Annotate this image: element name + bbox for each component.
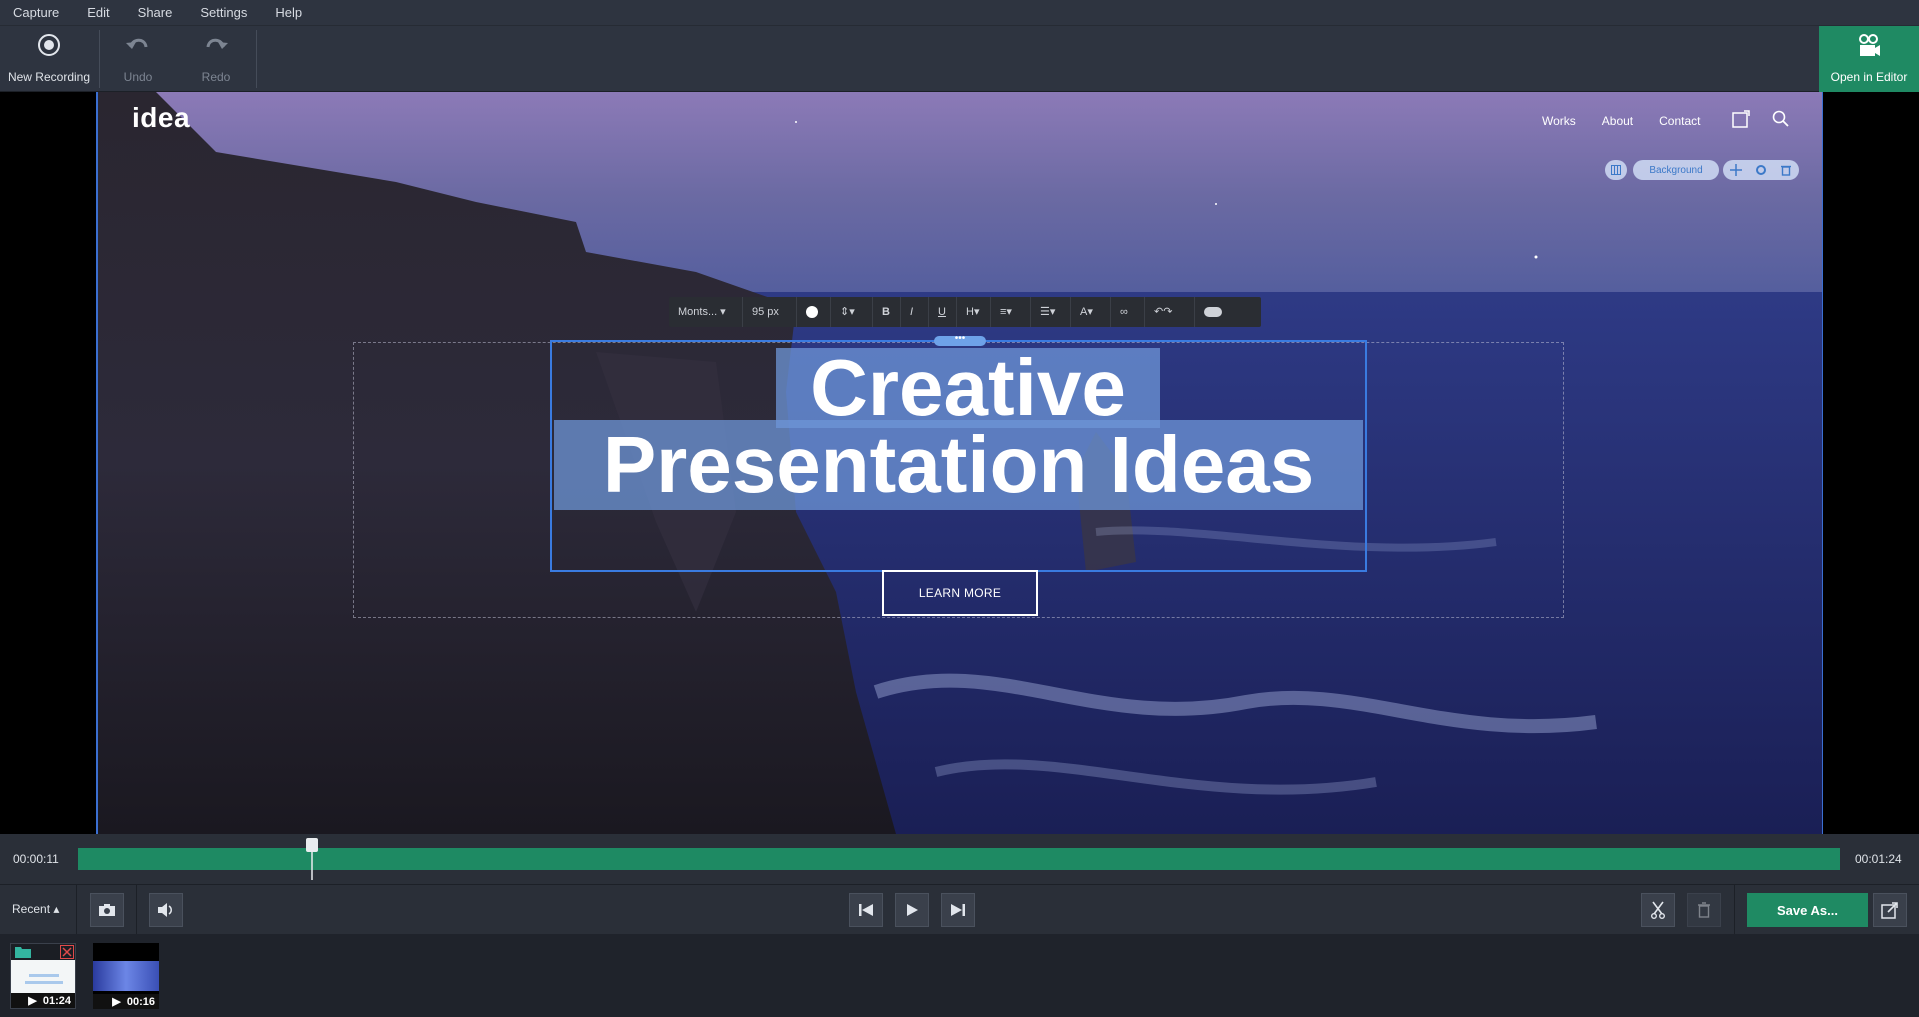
font-size-field[interactable]: 95 px: [743, 297, 797, 327]
headline-line-2[interactable]: Presentation Ideas: [554, 420, 1363, 510]
recording-preview: idea Works About Contact Background Mont…: [96, 92, 1823, 834]
divider: [136, 885, 137, 935]
headline-line-1[interactable]: Creative: [776, 348, 1160, 428]
trash-icon: [1698, 902, 1710, 918]
align-select[interactable]: ≡▾: [991, 297, 1031, 327]
color-swatch: [806, 306, 818, 318]
trim-button[interactable]: [1641, 893, 1675, 927]
play-button[interactable]: [895, 893, 929, 927]
delete-button[interactable]: [1687, 893, 1721, 927]
font-color-select[interactable]: A▾: [1071, 297, 1111, 327]
grid-pill-button[interactable]: [1605, 160, 1627, 180]
redo-button[interactable]: Redo: [186, 26, 246, 92]
current-time: 00:00:11: [13, 852, 59, 866]
font-family-value: Monts...: [678, 306, 718, 318]
background-pill-button[interactable]: Background: [1633, 160, 1719, 180]
site-logo[interactable]: idea: [132, 102, 190, 134]
learn-more-button[interactable]: LEARN MORE: [882, 570, 1038, 616]
recent-label: Recent: [12, 902, 51, 916]
thumbnail-duration: ▶ 00:16: [93, 994, 159, 1009]
undo-button[interactable]: Undo: [108, 26, 168, 92]
skip-to-end-button[interactable]: [941, 893, 975, 927]
volume-button[interactable]: [149, 893, 183, 927]
total-time: 00:01:24: [1855, 852, 1902, 866]
text-color-picker[interactable]: [797, 297, 831, 327]
text-format-toolbar: Monts... ▾ 95 px ⇕▾ B I U H ▾ ≡▾ ☰▾ A▾ ∞ …: [669, 297, 1261, 327]
menu-share[interactable]: Share: [124, 0, 187, 26]
trash-icon[interactable]: [1780, 164, 1792, 176]
new-recording-label: New Recording: [7, 70, 91, 84]
timeline: 00:00:11 00:01:24: [0, 834, 1919, 884]
toolbar: New Recording Undo Redo: [0, 26, 1919, 92]
menu-capture[interactable]: Capture: [0, 0, 73, 26]
recent-recordings: ▶ 01:24 ▶ 00:16: [0, 934, 1919, 1017]
grid-icon: [1611, 165, 1621, 175]
video-editor-icon: [1859, 34, 1880, 56]
preview-stage: idea Works About Contact Background Mont…: [0, 92, 1919, 834]
underline-button[interactable]: U: [929, 297, 957, 327]
redo-icon: [206, 38, 228, 49]
link-icon[interactable]: ∞: [1111, 297, 1145, 327]
block-actions-pill: [1723, 160, 1799, 180]
toggle-icon[interactable]: [1195, 297, 1231, 327]
share-button[interactable]: [1873, 893, 1907, 927]
undo-icon: [126, 38, 148, 49]
skip-to-start-button[interactable]: [849, 893, 883, 927]
folder-icon[interactable]: [15, 946, 31, 958]
site-nav: Works About Contact: [1542, 114, 1727, 128]
skip-back-icon: [859, 904, 873, 916]
share-square-icon[interactable]: [1732, 110, 1750, 128]
thumbnail-duration: ▶ 01:24: [11, 993, 75, 1008]
heading-select[interactable]: H ▾: [957, 297, 991, 327]
italic-button[interactable]: I: [901, 297, 929, 327]
camera-icon: [99, 904, 115, 916]
bold-button[interactable]: B: [873, 297, 901, 327]
open-in-editor-label: Open in Editor: [1830, 70, 1908, 84]
font-family-select[interactable]: Monts... ▾: [669, 297, 743, 327]
menu-settings[interactable]: Settings: [186, 0, 261, 26]
divider: [76, 885, 77, 935]
play-icon: [907, 904, 918, 916]
screenshot-button[interactable]: [90, 893, 124, 927]
new-recording-button[interactable]: New Recording: [0, 26, 98, 92]
toolbar-divider: [99, 30, 100, 88]
line-height-select[interactable]: ⇕▾: [831, 297, 873, 327]
menu-edit[interactable]: Edit: [73, 0, 123, 26]
move-icon[interactable]: [1729, 164, 1742, 176]
duration-value: 01:24: [42, 994, 71, 1007]
list-select[interactable]: ☰▾: [1031, 297, 1071, 327]
record-icon: [38, 34, 60, 56]
speaker-icon: [158, 903, 172, 917]
menu-bar: Capture Edit Share Settings Help: [0, 0, 1919, 26]
recent-recording-thumbnail[interactable]: ▶ 01:24: [10, 943, 76, 1009]
toolbar-divider: [256, 30, 257, 88]
nav-contact[interactable]: Contact: [1659, 114, 1700, 128]
timeline-track[interactable]: [78, 848, 1840, 870]
playhead-handle[interactable]: [306, 838, 318, 880]
search-icon[interactable]: [1772, 110, 1790, 128]
settings-icon[interactable]: [1755, 164, 1767, 176]
undo-redo-icons[interactable]: ↶↷: [1145, 297, 1195, 327]
thumbnail-image: [93, 961, 159, 991]
recent-recording-thumbnail[interactable]: ▶ 00:16: [93, 943, 159, 1009]
divider: [1734, 885, 1735, 935]
playback-controls: Recent ▴ Save As...: [0, 884, 1919, 935]
nav-about[interactable]: About: [1602, 114, 1633, 128]
open-in-editor-button[interactable]: Open in Editor: [1819, 26, 1919, 92]
redo-label: Redo: [201, 70, 231, 84]
menu-help[interactable]: Help: [261, 0, 316, 26]
share-icon: [1881, 902, 1898, 919]
heading-value: H: [966, 306, 974, 318]
skip-forward-icon: [951, 904, 965, 916]
scissors-icon: [1651, 901, 1665, 919]
save-as-button[interactable]: Save As...: [1747, 893, 1868, 927]
nav-works[interactable]: Works: [1542, 114, 1576, 128]
close-icon[interactable]: [60, 945, 74, 959]
recent-dropdown[interactable]: Recent ▴: [12, 902, 59, 916]
undo-label: Undo: [123, 70, 153, 84]
duration-value: 00:16: [126, 995, 155, 1008]
